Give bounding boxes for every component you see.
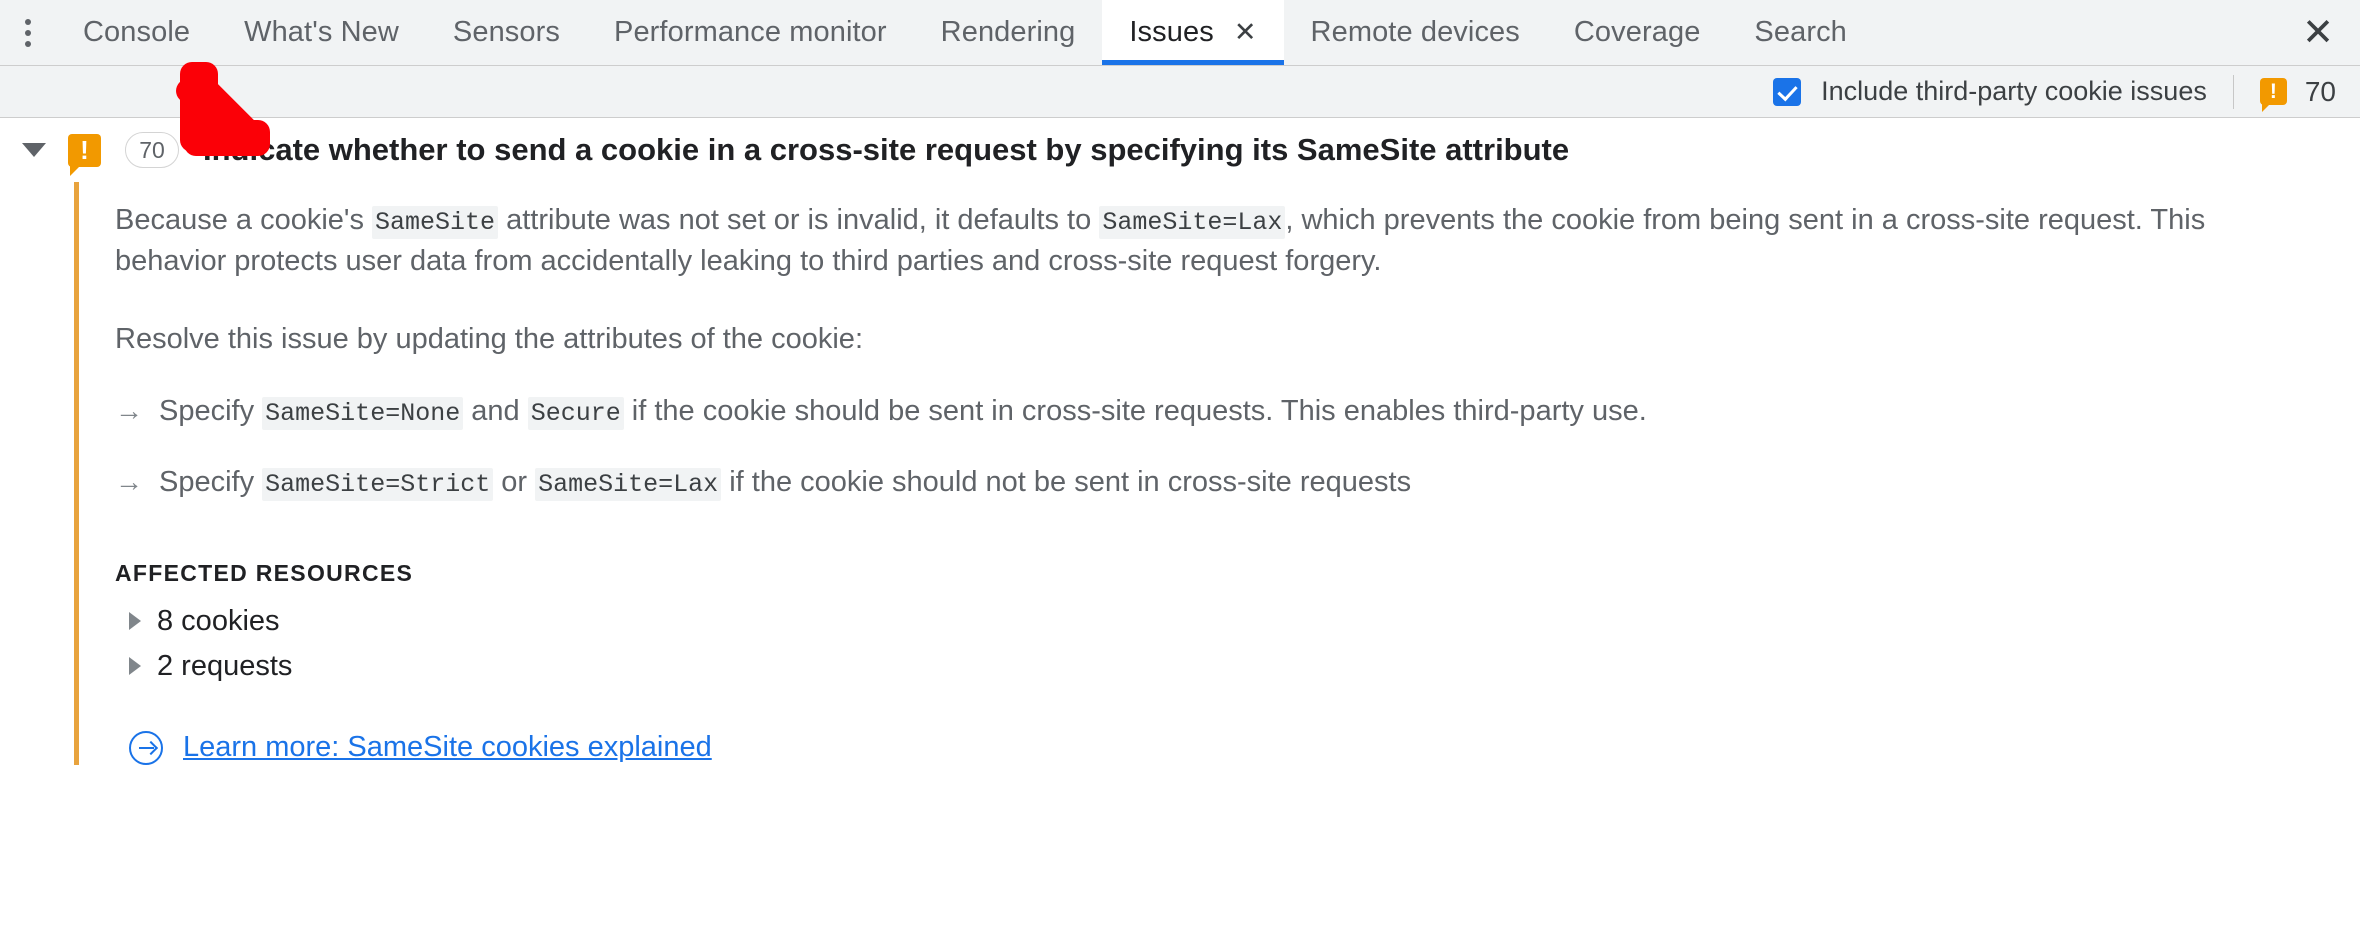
code-samesite-none: SameSite=None xyxy=(262,396,464,430)
arrow-right-icon: → xyxy=(115,466,143,498)
resource-label: 8 cookies xyxy=(157,604,280,637)
warning-icon xyxy=(2259,78,2287,112)
close-icon[interactable]: ✕ xyxy=(2276,0,2360,65)
tab-list: Console What's New Sensors Performance m… xyxy=(56,0,2276,65)
rec2-text-2: or xyxy=(493,466,536,499)
tab-close-icon[interactable]: ✕ xyxy=(1234,19,1257,46)
warning-count-group: 70 xyxy=(2259,75,2336,112)
recommendation-item: → Specify SameSite=None and Secure if th… xyxy=(115,393,2360,431)
chevron-down-icon[interactable] xyxy=(22,143,46,157)
recommendation-item: → Specify SameSite=Strict or SameSite=La… xyxy=(115,464,2360,502)
learn-more-row[interactable]: Learn more: SameSite cookies explained xyxy=(115,730,2360,765)
issue-description: Because a cookie's SameSite attribute wa… xyxy=(115,200,2285,281)
toolbar-divider xyxy=(2232,74,2234,109)
circle-arrow-icon xyxy=(129,730,163,765)
issue-title: Indicate whether to send a cookie in a c… xyxy=(203,132,1570,167)
tab-label: Performance monitor xyxy=(614,16,887,48)
kebab-dot xyxy=(25,40,31,47)
affected-resource-cookies[interactable]: 8 cookies xyxy=(115,605,2360,638)
tab-remote-devices[interactable]: Remote devices xyxy=(1284,0,1547,65)
rec2-text-3: if the cookie should not be sent in cros… xyxy=(721,466,1412,499)
tab-sensors[interactable]: Sensors xyxy=(426,0,587,65)
issue-count-badge: 70 xyxy=(125,132,179,168)
tab-label: Console xyxy=(83,16,191,48)
tab-console[interactable]: Console xyxy=(56,0,217,65)
kebab-dot xyxy=(25,18,31,25)
tab-label: Search xyxy=(1754,16,1847,48)
checkbox-box[interactable] xyxy=(1773,77,1802,106)
issue-entry: 70 Indicate whether to send a cookie in … xyxy=(0,118,2360,765)
kebab-menu-icon[interactable] xyxy=(0,0,56,65)
include-third-party-cookie-issues-checkbox[interactable]: Include third-party cookie issues xyxy=(1773,76,2207,107)
tab-label: Remote devices xyxy=(1310,16,1520,48)
issue-header[interactable]: 70 Indicate whether to send a cookie in … xyxy=(0,118,2360,182)
warning-icon xyxy=(68,133,101,176)
rec1-text-3: if the cookie should be sent in cross-si… xyxy=(623,394,1647,427)
code-samesite-lax: SameSite=Lax xyxy=(535,468,722,502)
kebab-dot xyxy=(25,29,31,36)
rec1-text-1: Specify xyxy=(159,394,263,427)
tab-label: Coverage xyxy=(1573,16,1701,48)
recommendation-text: Specify SameSite=Strict or SameSite=Lax … xyxy=(159,464,1411,502)
rec1-text-2: and xyxy=(463,394,528,427)
tab-issues[interactable]: Issues ✕ xyxy=(1102,0,1284,65)
tab-label: What's New xyxy=(244,16,399,48)
devtools-drawer-tabbar: Console What's New Sensors Performance m… xyxy=(0,0,2360,66)
chevron-right-icon[interactable] xyxy=(129,612,141,631)
warning-count: 70 xyxy=(2304,75,2336,107)
tab-label: Sensors xyxy=(452,16,560,48)
tab-rendering[interactable]: Rendering xyxy=(914,0,1103,65)
affected-resource-requests[interactable]: 2 requests xyxy=(115,650,2360,683)
code-samesite-lax: SameSite=Lax xyxy=(1099,206,1286,239)
checkbox-label: Include third-party cookie issues xyxy=(1821,76,2207,106)
issues-toolbar: Include third-party cookie issues 70 xyxy=(0,66,2360,118)
issue-resolve-intro: Resolve this issue by updating the attri… xyxy=(115,322,863,355)
resource-label: 2 requests xyxy=(157,649,293,682)
tab-performance-monitor[interactable]: Performance monitor xyxy=(587,0,914,65)
chevron-right-icon[interactable] xyxy=(129,657,141,676)
tab-coverage[interactable]: Coverage xyxy=(1547,0,1728,65)
desc-text-2: attribute was not set or is invalid, it … xyxy=(498,204,1100,236)
code-samesite-strict: SameSite=Strict xyxy=(262,468,494,502)
rec2-text-1: Specify xyxy=(159,466,263,499)
issue-detail-panel: Because a cookie's SameSite attribute wa… xyxy=(74,182,2360,765)
tab-search[interactable]: Search xyxy=(1727,0,1874,65)
arrow-right-icon: → xyxy=(115,394,143,426)
code-samesite: SameSite xyxy=(372,206,499,239)
code-secure: Secure xyxy=(527,396,624,430)
affected-resources-heading: AFFECTED RESOURCES xyxy=(115,559,414,586)
tab-label: Rendering xyxy=(940,16,1076,48)
learn-more-link[interactable]: Learn more: SameSite cookies explained xyxy=(183,731,712,764)
tab-label: Issues xyxy=(1129,16,1214,48)
desc-text-1: Because a cookie's xyxy=(115,204,373,236)
tab-whats-new[interactable]: What's New xyxy=(217,0,426,65)
recommendation-text: Specify SameSite=None and Secure if the … xyxy=(159,393,1647,431)
